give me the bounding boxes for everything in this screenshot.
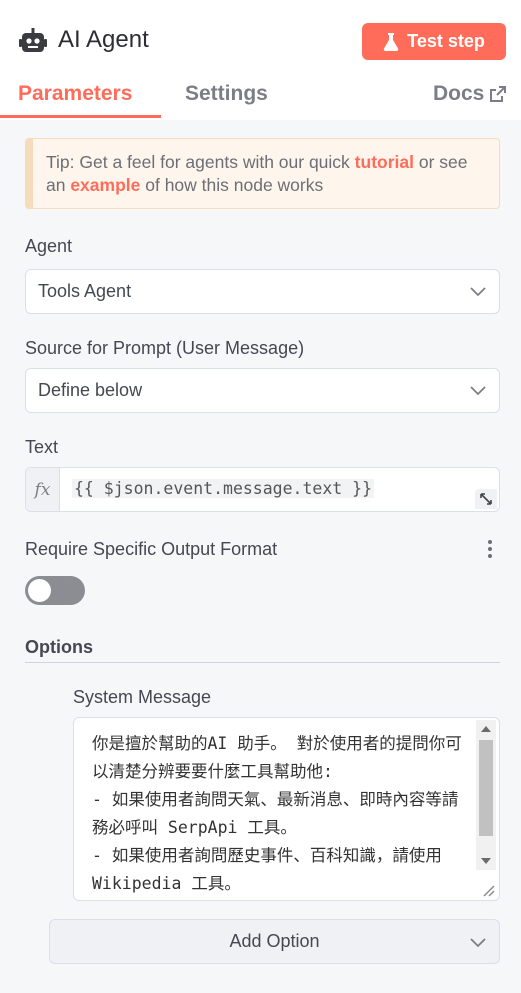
agent-select[interactable]: Tools Agent	[25, 269, 500, 314]
tab-settings[interactable]: Settings	[185, 82, 268, 106]
prompt-source-select[interactable]: Define below	[25, 368, 500, 413]
textarea-scrollbar[interactable]	[476, 720, 496, 870]
chevron-down-icon	[470, 287, 486, 297]
external-link-icon	[490, 86, 507, 102]
robot-icon	[19, 28, 47, 52]
scroll-thumb[interactable]	[479, 740, 493, 836]
chevron-down-icon	[470, 386, 486, 396]
system-message-label: System Message	[73, 687, 212, 707]
expand-icon[interactable]	[475, 489, 497, 509]
system-message-text: 你是擅於幫助的AI 助手。 對於使用者的提問你可以清楚分辨要要什麼工具幫助他: …	[92, 734, 462, 893]
tab-parameters[interactable]: Parameters	[18, 82, 132, 106]
system-message-textarea[interactable]: 你是擅於幫助的AI 助手。 對於使用者的提問你可以清楚分辨要要什麼工具幫助他: …	[73, 717, 500, 901]
tip-suffix: of how this node works	[140, 175, 324, 195]
prompt-source-value: Define below	[38, 380, 143, 400]
scroll-up-arrow-icon[interactable]	[481, 726, 491, 732]
chevron-down-icon	[470, 938, 486, 948]
test-step-button[interactable]: Test step	[362, 23, 506, 60]
example-link[interactable]: example	[70, 175, 140, 195]
tip-callout: Tip: Get a feel for agents with our quic…	[25, 138, 500, 209]
tutorial-link[interactable]: tutorial	[355, 152, 414, 172]
agent-label: Agent	[25, 236, 73, 256]
add-option-button[interactable]: Add Option	[49, 919, 500, 964]
node-header: AI Agent Test step Parameters Settings D…	[0, 0, 521, 120]
toggle-knob	[28, 579, 51, 602]
output-format-toggle[interactable]	[25, 576, 85, 605]
add-option-label: Add Option	[229, 931, 320, 951]
prompt-source-label: Source for Prompt (User Message)	[25, 338, 305, 358]
options-divider	[25, 662, 500, 663]
agent-value: Tools Agent	[38, 281, 132, 301]
expression-value[interactable]: {{ $json.event.message.text }}	[72, 479, 375, 498]
text-expression-input[interactable]: fx {{ $json.event.message.text }}	[25, 467, 500, 512]
kebab-menu-icon[interactable]	[487, 539, 493, 559]
fx-icon: fx	[26, 468, 60, 511]
tab-docs[interactable]: Docs	[433, 82, 507, 106]
text-label: Text	[25, 437, 59, 457]
tip-prefix: Tip: Get a feel for agents with our quic…	[46, 152, 355, 172]
parameters-panel: Tip: Get a feel for agents with our quic…	[0, 120, 521, 993]
scroll-down-arrow-icon[interactable]	[481, 858, 491, 864]
active-tab-indicator	[0, 115, 161, 118]
test-step-label: Test step	[407, 31, 485, 51]
node-title: AI Agent	[58, 26, 149, 53]
options-heading: Options	[25, 637, 93, 657]
output-format-label: Require Specific Output Format	[25, 539, 278, 559]
flask-icon	[383, 32, 399, 51]
resize-handle-icon[interactable]	[480, 882, 496, 898]
docs-label: Docs	[433, 82, 485, 105]
